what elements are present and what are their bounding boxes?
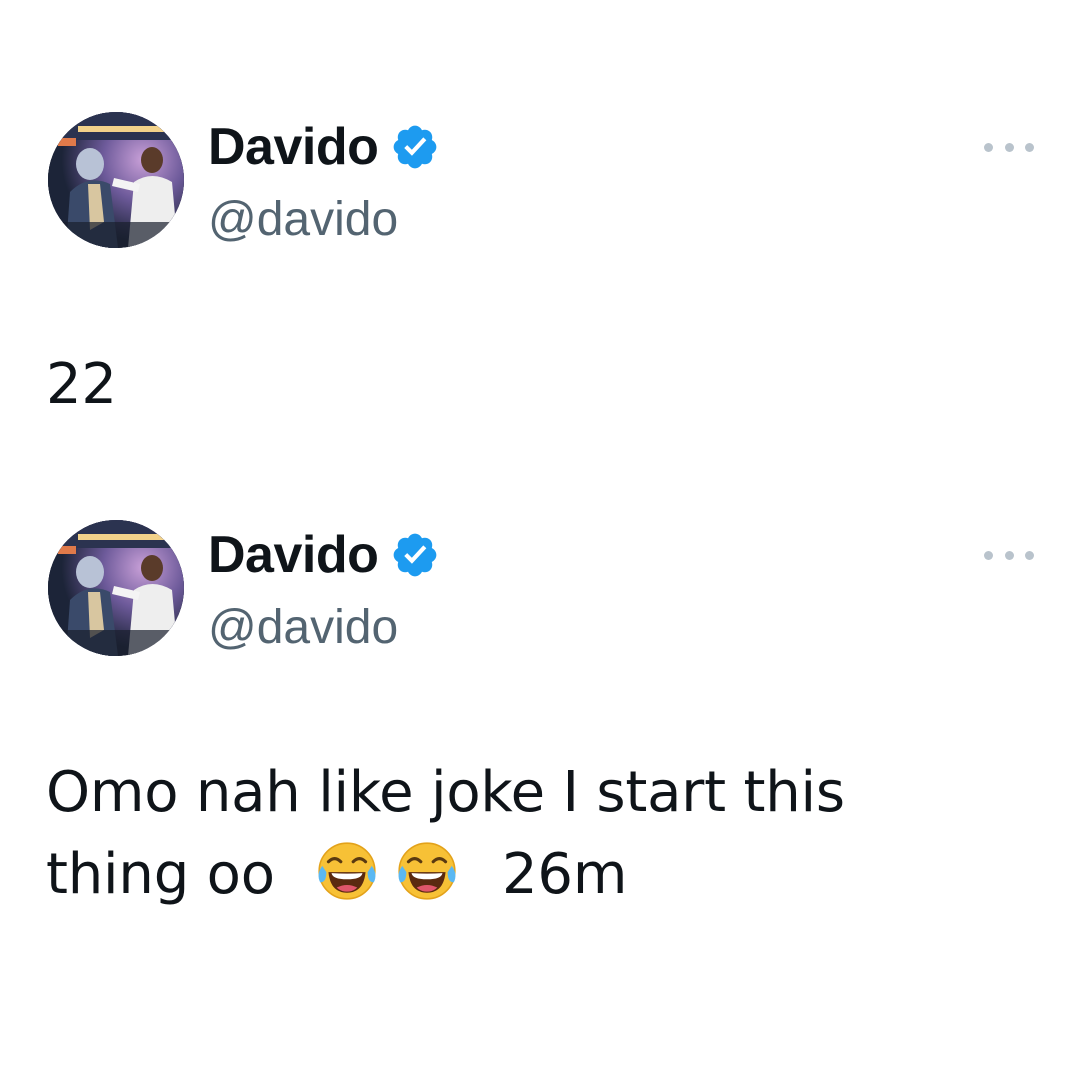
tweet-header: Davido @davido: [0, 104, 1080, 254]
avatar[interactable]: [48, 112, 184, 248]
more-options-icon[interactable]: [984, 134, 1034, 160]
tweet-text-line-2: thing oo 26m: [46, 834, 1056, 916]
tweet-text-line-1: Omo nah like joke I start this: [46, 760, 845, 825]
tweet-header: Davido @davido: [0, 512, 1080, 662]
author-name-row: Davido: [208, 114, 440, 180]
avatar[interactable]: [48, 520, 184, 656]
tweet-text: Omo nah like joke I start this thing oo …: [46, 752, 1056, 916]
more-dot: [1025, 142, 1034, 152]
face-with-tears-of-joy-icon: [394, 837, 460, 903]
tweet-card-2[interactable]: Davido @davido Omo nah like joke I start…: [0, 512, 1080, 952]
avatar-photo-icon: [48, 112, 184, 248]
more-dot: [1004, 142, 1014, 152]
display-name[interactable]: Davido: [208, 529, 379, 581]
avatar-photo-icon: [48, 520, 184, 656]
user-handle[interactable]: @davido: [208, 604, 398, 652]
tweet-text-fragment: thing oo: [46, 842, 275, 907]
more-options-icon[interactable]: [984, 542, 1034, 568]
tweet-text: 22: [46, 352, 117, 417]
face-with-tears-of-joy-icon: [314, 837, 380, 903]
display-name[interactable]: Davido: [208, 121, 379, 173]
verified-badge-icon: [390, 530, 440, 580]
tweet-card-1[interactable]: Davido @davido 22: [0, 104, 1080, 424]
author-name-row: Davido: [208, 522, 440, 588]
more-dot: [984, 142, 993, 152]
more-dot: [984, 550, 993, 560]
more-dot: [1025, 550, 1034, 560]
verified-badge-icon: [390, 122, 440, 172]
user-handle[interactable]: @davido: [208, 196, 398, 244]
more-dot: [1004, 550, 1014, 560]
tweet-timestamp[interactable]: 26m: [502, 842, 627, 907]
